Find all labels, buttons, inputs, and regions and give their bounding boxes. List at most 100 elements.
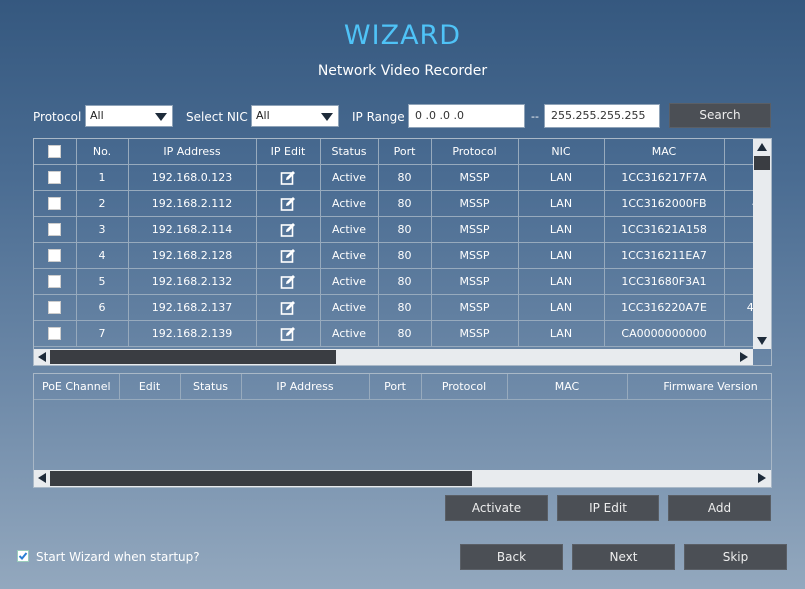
table-row[interactable]: 1 192.168.0.123 Active 80 MSSP LAN 1CC316217F7… bbox=[34, 164, 771, 191]
ip-edit-cell[interactable] bbox=[256, 268, 321, 295]
row-select-cell[interactable] bbox=[34, 190, 77, 217]
col-header-mac: MAC bbox=[604, 139, 725, 165]
table-row[interactable]: 7 192.168.2.139 Active 80 MSSP LAN CA000000000… bbox=[34, 320, 771, 347]
table-row[interactable]: 5 192.168.2.132 Active 80 MSSP LAN 1CC31680F3A… bbox=[34, 268, 771, 295]
col-header-ip-address: IP Address bbox=[241, 374, 370, 400]
cell-port: 80 bbox=[378, 216, 432, 243]
scroll-right-icon[interactable] bbox=[758, 473, 766, 483]
nic-select[interactable]: All bbox=[251, 105, 339, 127]
table-row[interactable]: 3 192.168.2.114 Active 80 MSSP LAN 1CC31621A15… bbox=[34, 216, 771, 243]
edit-icon[interactable] bbox=[280, 196, 296, 212]
cell-ip-address: 192.168.2.114 bbox=[128, 216, 257, 243]
ip-edit-cell[interactable] bbox=[256, 242, 321, 269]
edit-icon[interactable] bbox=[280, 248, 296, 264]
row-checkbox[interactable] bbox=[48, 275, 62, 289]
col-header-firmware-version: Firmware Version bbox=[627, 374, 771, 400]
select-all-checkbox[interactable] bbox=[48, 145, 62, 159]
row-select-cell[interactable] bbox=[34, 320, 77, 347]
protocol-select[interactable]: All bbox=[85, 105, 173, 127]
cell-protocol: MSSP bbox=[431, 294, 519, 321]
edit-icon[interactable] bbox=[280, 274, 296, 290]
col-header-mac: MAC bbox=[507, 374, 628, 400]
cell-nic: LAN bbox=[518, 242, 605, 269]
vscroll-thumb[interactable] bbox=[754, 156, 770, 170]
row-select-cell[interactable] bbox=[34, 294, 77, 321]
cell-mac: 1CC316217F7A bbox=[604, 164, 725, 191]
row-checkbox[interactable] bbox=[48, 327, 62, 341]
row-checkbox[interactable] bbox=[48, 197, 62, 211]
ip-edit-cell[interactable] bbox=[256, 320, 321, 347]
cell-no: 6 bbox=[76, 294, 129, 321]
table-row[interactable]: 6 192.168.2.137 Active 80 MSSP LAN 1CC316220A7… bbox=[34, 294, 771, 321]
cell-protocol: MSSP bbox=[431, 320, 519, 347]
add-button[interactable]: Add bbox=[668, 495, 771, 521]
activate-button[interactable]: Activate bbox=[445, 495, 548, 521]
cell-no: 2 bbox=[76, 190, 129, 217]
col-header-nic: NIC bbox=[518, 139, 605, 165]
device-table-hscrollbar[interactable] bbox=[34, 349, 753, 365]
select-all-header[interactable] bbox=[34, 139, 77, 165]
edit-icon[interactable] bbox=[280, 170, 296, 186]
chevron-down-icon bbox=[155, 113, 167, 121]
cell-nic: LAN bbox=[518, 216, 605, 243]
col-header-ip-edit: IP Edit bbox=[256, 139, 321, 165]
cell-ip-address: 192.168.2.132 bbox=[128, 268, 257, 295]
skip-button[interactable]: Skip bbox=[684, 544, 787, 570]
ip-range-start-input[interactable]: 0 .0 .0 .0 bbox=[408, 104, 525, 128]
cell-mac: CA0000000000 bbox=[604, 320, 725, 347]
col-header-port: Port bbox=[378, 139, 432, 165]
edit-icon[interactable] bbox=[280, 300, 296, 316]
row-select-cell[interactable] bbox=[34, 268, 77, 295]
cell-port: 80 bbox=[378, 164, 432, 191]
cell-no: 4 bbox=[76, 242, 129, 269]
ip-edit-cell[interactable] bbox=[256, 190, 321, 217]
scroll-up-icon[interactable] bbox=[757, 143, 767, 151]
cell-nic: LAN bbox=[518, 268, 605, 295]
nic-label: Select NIC bbox=[186, 110, 248, 124]
cell-status: Active bbox=[320, 164, 379, 191]
row-checkbox[interactable] bbox=[48, 171, 62, 185]
hscroll-thumb[interactable] bbox=[50, 471, 472, 486]
device-table-vscrollbar[interactable] bbox=[753, 139, 771, 349]
cell-protocol: MSSP bbox=[431, 190, 519, 217]
back-button[interactable]: Back bbox=[460, 544, 563, 570]
cell-status: Active bbox=[320, 268, 379, 295]
cell-nic: LAN bbox=[518, 294, 605, 321]
ip-edit-cell[interactable] bbox=[256, 216, 321, 243]
hscroll-thumb[interactable] bbox=[50, 350, 336, 364]
next-button[interactable]: Next bbox=[572, 544, 675, 570]
row-checkbox[interactable] bbox=[48, 301, 62, 315]
row-checkbox[interactable] bbox=[48, 249, 62, 263]
ip-edit-button[interactable]: IP Edit bbox=[557, 495, 659, 521]
edit-icon[interactable] bbox=[280, 326, 296, 342]
cell-no: 1 bbox=[76, 164, 129, 191]
scroll-left-icon[interactable] bbox=[38, 473, 46, 483]
table-row[interactable]: 4 192.168.2.128 Active 80 MSSP LAN 1CC316211EA… bbox=[34, 242, 771, 269]
cell-port: 80 bbox=[378, 268, 432, 295]
scroll-right-icon[interactable] bbox=[740, 352, 748, 362]
scroll-down-icon[interactable] bbox=[757, 337, 767, 345]
ip-edit-cell[interactable] bbox=[256, 294, 321, 321]
ip-range-label: IP Range bbox=[352, 110, 405, 124]
check-icon bbox=[18, 552, 28, 560]
ip-edit-cell[interactable] bbox=[256, 164, 321, 191]
poe-table-hscrollbar[interactable] bbox=[34, 470, 771, 487]
search-button[interactable]: Search bbox=[669, 103, 771, 128]
cell-status: Active bbox=[320, 216, 379, 243]
col-header-status: Status bbox=[180, 374, 242, 400]
scroll-left-icon[interactable] bbox=[38, 352, 46, 362]
col-header-status: Status bbox=[320, 139, 379, 165]
cell-protocol: MSSP bbox=[431, 216, 519, 243]
row-select-cell[interactable] bbox=[34, 164, 77, 191]
cell-mac: 1CC316211EA7 bbox=[604, 242, 725, 269]
cell-ip-address: 192.168.0.123 bbox=[128, 164, 257, 191]
row-checkbox[interactable] bbox=[48, 223, 62, 237]
row-select-cell[interactable] bbox=[34, 216, 77, 243]
device-table-grid: No. IP Address IP Edit Status Port Proto… bbox=[34, 139, 771, 347]
start-wizard-checkbox[interactable] bbox=[17, 550, 29, 562]
table-row[interactable]: 2 192.168.2.112 Active 80 MSSP LAN 1CC3162000F… bbox=[34, 190, 771, 217]
edit-icon[interactable] bbox=[280, 222, 296, 238]
row-select-cell[interactable] bbox=[34, 242, 77, 269]
ip-range-separator: -- bbox=[531, 110, 539, 123]
ip-range-end-input[interactable]: 255.255.255.255 bbox=[544, 104, 660, 128]
